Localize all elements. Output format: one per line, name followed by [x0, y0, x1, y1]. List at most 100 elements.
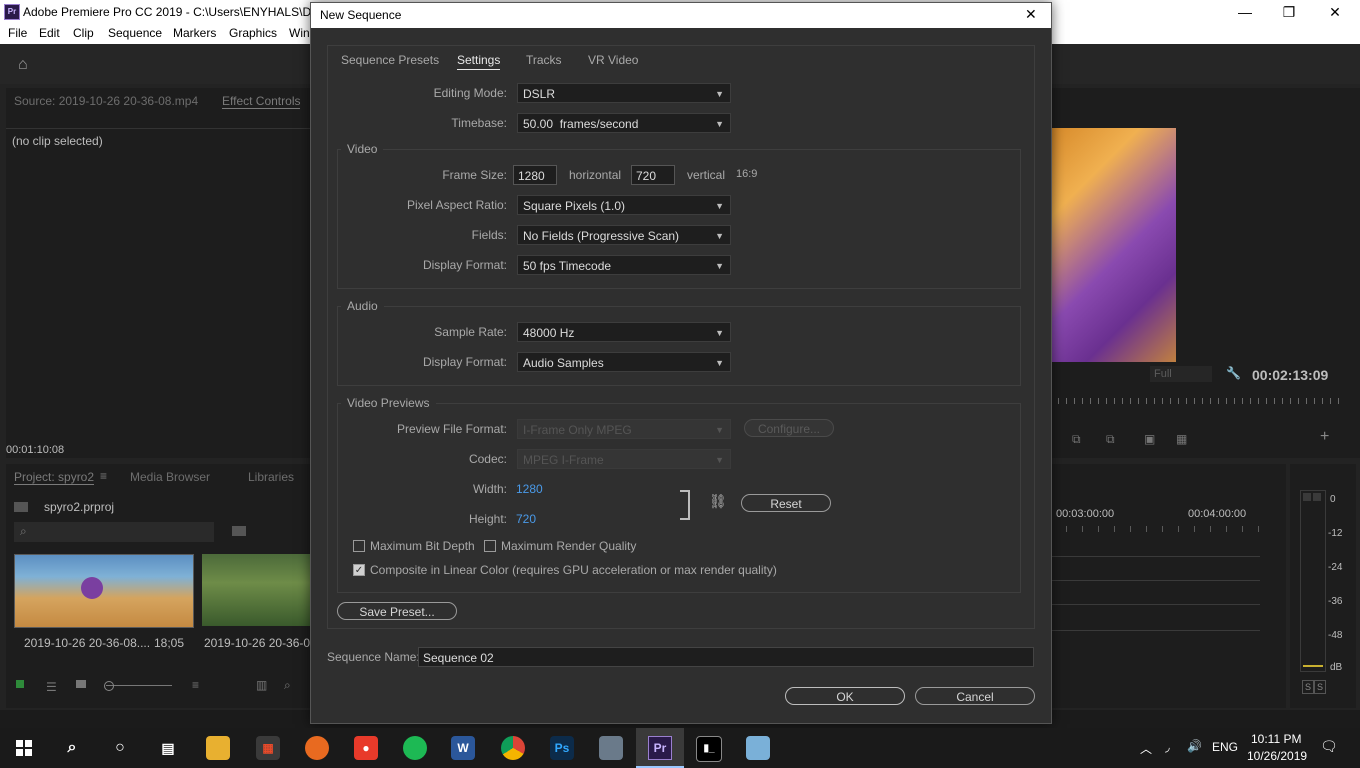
sort-icon[interactable]: ≡	[192, 678, 199, 692]
task-view-icon[interactable]: ▤	[156, 736, 180, 760]
list-view-icon[interactable]: ☰	[46, 680, 57, 694]
menu-window[interactable]: Win	[289, 26, 310, 40]
codec-value: MPEG I-Frame	[523, 453, 604, 467]
cancel-button[interactable]: Cancel	[915, 687, 1035, 705]
menu-markers[interactable]: Markers	[173, 26, 216, 40]
lock-icon[interactable]	[16, 680, 24, 688]
start-tile	[16, 749, 23, 756]
menu-sequence[interactable]: Sequence	[108, 26, 162, 40]
solo-left-button[interactable]: S	[1302, 680, 1314, 694]
clock-date[interactable]: 10/26/2019	[1247, 749, 1307, 763]
reset-button[interactable]: Reset	[741, 494, 831, 512]
clip-thumbnail-1[interactable]	[14, 554, 194, 628]
source-tab[interactable]: Source: 2019-10-26 20-36-08.mp4	[14, 94, 198, 108]
new-bin-icon[interactable]	[232, 526, 246, 536]
search-icon[interactable]: ⌕	[60, 736, 84, 760]
audio-display-format-select[interactable]: Audio Samples ▼	[517, 352, 731, 372]
store-icon[interactable]: ▦	[256, 736, 280, 760]
premiere-icon: Pr	[648, 736, 672, 760]
width-value[interactable]: 1280	[516, 482, 543, 496]
firefox-icon[interactable]	[305, 736, 329, 760]
editing-mode-label: Editing Mode:	[433, 86, 507, 100]
menu-file[interactable]: File	[8, 26, 27, 40]
ok-button[interactable]: OK	[785, 687, 905, 705]
volume-icon[interactable]: 🔊	[1187, 739, 1202, 753]
clip-thumbnail-2[interactable]	[202, 554, 310, 626]
composite-linear-checkbox[interactable]: ✓	[353, 564, 365, 576]
solo-right-button[interactable]: S	[1314, 680, 1326, 694]
zoom-slider[interactable]	[106, 685, 172, 686]
maximize-button[interactable]: ❐	[1266, 2, 1312, 22]
sequence-name-label: Sequence Name:	[327, 650, 420, 664]
db-36: -36	[1328, 596, 1343, 607]
link-icon[interactable]: ⛓	[709, 493, 727, 510]
find-icon[interactable]: ⌕	[284, 678, 291, 693]
frame-width-input[interactable]: 1280	[513, 165, 557, 185]
automate-icon[interactable]: ▥	[256, 678, 267, 692]
folder-icon	[14, 502, 28, 512]
max-bit-depth-label: Maximum Bit Depth	[370, 539, 475, 553]
timebase-select[interactable]: 50.00 frames/second ▼	[517, 113, 731, 133]
word-icon[interactable]: W	[451, 736, 475, 760]
menu-edit[interactable]: Edit	[39, 26, 60, 40]
menu-graphics[interactable]: Graphics	[229, 26, 277, 40]
app-icon[interactable]: ●	[354, 736, 378, 760]
sequence-name-input[interactable]: Sequence 02	[418, 647, 1034, 667]
minimize-button[interactable]: —	[1222, 2, 1268, 22]
display-format-select[interactable]: 50 fps Timecode ▼	[517, 255, 731, 275]
add-button-icon[interactable]: +	[1320, 428, 1329, 446]
par-select[interactable]: Square Pixels (1.0) ▼	[517, 195, 731, 215]
language-indicator[interactable]: ENG	[1212, 740, 1238, 754]
link-bracket	[680, 490, 690, 520]
tray-chevron-icon[interactable]: ︿	[1140, 740, 1152, 757]
photoshop-icon[interactable]: Ps	[550, 736, 574, 760]
max-render-quality-checkbox[interactable]	[484, 540, 496, 552]
fields-select[interactable]: No Fields (Progressive Scan) ▼	[517, 225, 731, 245]
configure-button[interactable]: Configure...	[744, 419, 834, 437]
video-group-title: Video	[341, 142, 384, 156]
effect-controls-tab[interactable]: Effect Controls	[222, 94, 301, 109]
close-button[interactable]: ✕	[1312, 2, 1358, 22]
dialog-close-button[interactable]: ✕	[1025, 6, 1037, 23]
paint-icon[interactable]	[746, 736, 770, 760]
app-icon-2[interactable]	[599, 736, 623, 760]
max-bit-depth-checkbox[interactable]	[353, 540, 365, 552]
wrench-icon[interactable]: 🔧	[1226, 366, 1241, 380]
preview-format-select[interactable]: I-Frame Only MPEG ▼	[517, 419, 731, 439]
codec-select[interactable]: MPEG I-Frame ▼	[517, 449, 731, 469]
project-menu-icon[interactable]: ≡	[100, 469, 107, 483]
project-search-input[interactable]: ⌕	[14, 522, 214, 542]
notification-icon[interactable]: 🗨	[1320, 738, 1338, 755]
home-icon[interactable]: ⌂	[18, 56, 28, 74]
new-sequence-dialog: New Sequence ✕ Sequence Presets Settings…	[310, 2, 1052, 724]
media-browser-tab[interactable]: Media Browser	[130, 470, 210, 484]
editing-mode-select[interactable]: DSLR ▼	[517, 83, 731, 103]
quality-select[interactable]: Full	[1150, 366, 1212, 382]
frame-height-input[interactable]: 720	[631, 165, 675, 185]
network-icon[interactable]: ◞	[1165, 740, 1170, 754]
terminal-icon[interactable]: ▮_	[696, 736, 722, 762]
program-ruler[interactable]	[1050, 398, 1346, 404]
height-value[interactable]: 720	[516, 512, 536, 526]
export-frame-icon[interactable]: ▣	[1144, 432, 1155, 446]
extract-icon[interactable]: ⧉	[1106, 432, 1115, 447]
spotify-icon[interactable]	[403, 736, 427, 760]
save-preset-button[interactable]: Save Preset...	[337, 602, 457, 620]
project-tab[interactable]: Project: spyro2	[14, 470, 95, 485]
file-explorer-icon[interactable]	[206, 736, 230, 760]
lift-icon[interactable]: ⧉	[1072, 432, 1081, 447]
windows-start-icon[interactable]	[16, 740, 32, 756]
sample-rate-select[interactable]: 48000 Hz ▼	[517, 322, 731, 342]
menu-clip[interactable]: Clip	[73, 26, 94, 40]
zoom-slider-handle[interactable]	[104, 681, 114, 691]
track-line	[1050, 580, 1260, 581]
divider	[6, 128, 310, 129]
premiere-taskbar-active[interactable]: Pr	[636, 728, 684, 768]
cortana-icon[interactable]: ○	[108, 736, 132, 760]
chrome-icon[interactable]	[501, 736, 525, 760]
icon-view-icon[interactable]	[76, 680, 86, 688]
comparison-icon[interactable]: ▦	[1176, 432, 1187, 446]
libraries-tab[interactable]: Libraries	[248, 470, 294, 484]
premiere-logo-icon: Pr	[4, 4, 20, 20]
clock-time[interactable]: 10:11 PM	[1251, 732, 1301, 746]
